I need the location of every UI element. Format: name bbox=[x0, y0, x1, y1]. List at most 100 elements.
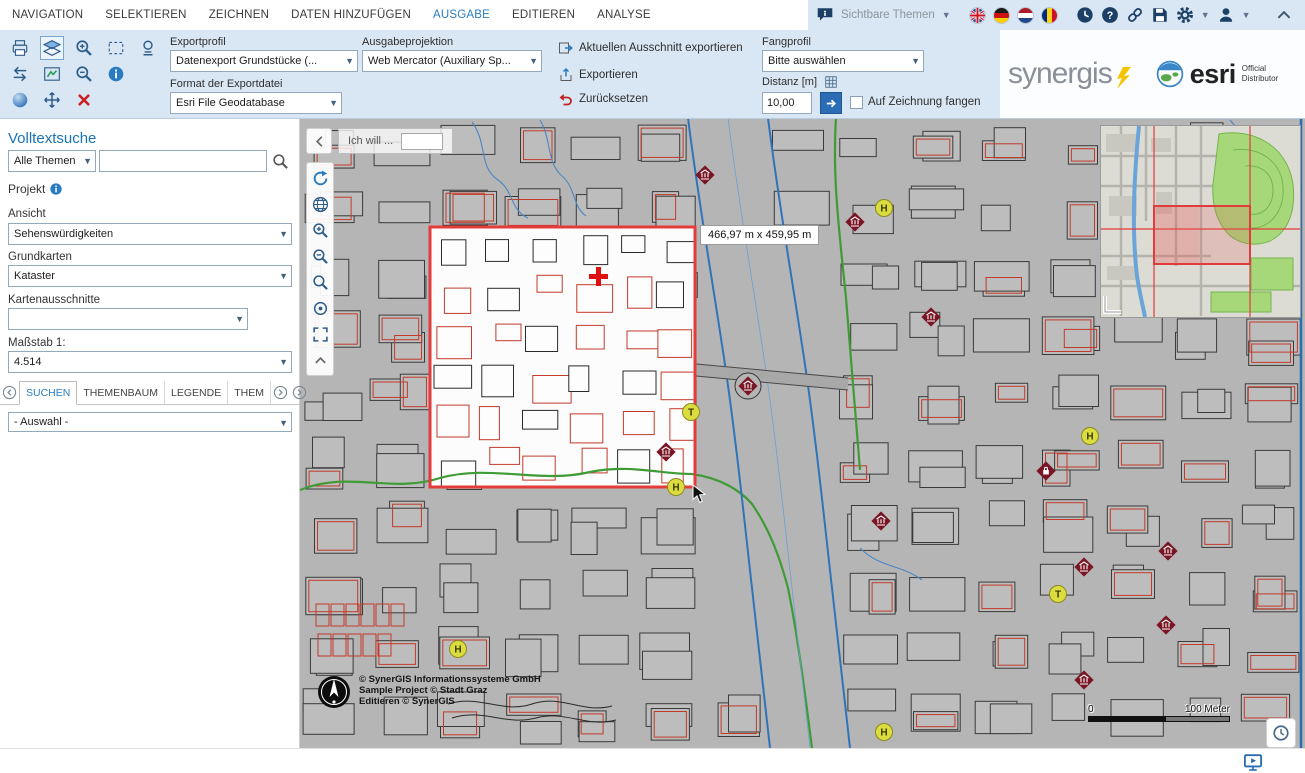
svg-text:H: H bbox=[454, 645, 461, 656]
time-slider-button[interactable] bbox=[1266, 718, 1296, 748]
copyright-line-3: Editieren © SynerGIS bbox=[359, 696, 541, 707]
presentation-mode-icon[interactable] bbox=[1243, 752, 1263, 772]
copyright-block: © SynerGIS Informationssysteme GmbH Samp… bbox=[316, 674, 541, 710]
time-themes-icon[interactable] bbox=[1076, 6, 1094, 24]
flag-uk-icon[interactable] bbox=[969, 7, 986, 24]
center-map-button[interactable] bbox=[308, 296, 332, 320]
snap-profile-dropdown[interactable]: Bitte auswählen▼ bbox=[762, 50, 924, 72]
export-action[interactable]: Exportieren bbox=[558, 67, 638, 83]
snap-drawing-checkbox[interactable] bbox=[850, 96, 863, 109]
export-extent-icon bbox=[558, 40, 574, 56]
menu-item-ausgabe[interactable]: AUSGABE bbox=[433, 9, 490, 21]
svg-text:T: T bbox=[688, 408, 694, 419]
print-button[interactable] bbox=[8, 36, 32, 60]
export-format-label: Format der Exportdatei bbox=[170, 78, 283, 90]
settings-gear-icon[interactable] bbox=[1176, 6, 1194, 24]
status-strip bbox=[0, 748, 1305, 773]
stamp-button[interactable] bbox=[136, 36, 160, 60]
zoom-in-button[interactable] bbox=[308, 218, 332, 242]
swap-tool-button[interactable] bbox=[8, 62, 32, 86]
zoom-out-tool-button[interactable] bbox=[72, 62, 96, 86]
tab-themenbaum[interactable]: THEMENBAUM bbox=[77, 381, 165, 404]
save-icon[interactable] bbox=[1151, 6, 1169, 24]
tab-suchen[interactable]: SUCHEN bbox=[19, 381, 77, 405]
map-export-tool-button[interactable] bbox=[40, 36, 64, 60]
view-dropdown[interactable]: Sehenswürdigkeiten▼ bbox=[8, 223, 292, 245]
tabs-scroll-right-icon[interactable] bbox=[271, 381, 290, 404]
map-toolbar bbox=[306, 162, 334, 376]
basemap-dropdown[interactable]: Kataster▼ bbox=[8, 265, 292, 287]
pan-tool-button[interactable] bbox=[40, 88, 64, 112]
refresh-map-button[interactable] bbox=[308, 166, 332, 190]
export-profile-label: Exportprofil bbox=[170, 36, 226, 48]
user-icon[interactable] bbox=[1217, 6, 1235, 24]
distance-grid-icon[interactable] bbox=[824, 75, 838, 89]
project-row: Projekt bbox=[8, 182, 63, 196]
menu-item-editieren[interactable]: EDITIEREN bbox=[512, 9, 575, 21]
tabs-scroll-left-icon[interactable] bbox=[0, 381, 19, 404]
apply-distance-button[interactable] bbox=[820, 92, 842, 114]
svg-text:H: H bbox=[880, 204, 887, 215]
tabs-more-icon[interactable] bbox=[290, 381, 309, 404]
help-icon[interactable] bbox=[1101, 6, 1119, 24]
info-tool-button[interactable] bbox=[104, 62, 128, 86]
tab-them[interactable]: THEM bbox=[228, 381, 271, 404]
fulltext-search-input[interactable] bbox=[99, 150, 267, 172]
weboffice-app: NAVIGATION SELEKTIEREN ZEICHNEN DATEN HI… bbox=[0, 0, 1305, 773]
project-info-icon[interactable] bbox=[49, 182, 63, 196]
scale-dropdown[interactable]: 4.514▼ bbox=[8, 351, 292, 373]
svg-text:H: H bbox=[880, 728, 887, 739]
sidebar-collapse-button[interactable] bbox=[306, 128, 332, 154]
theme-filter-dropdown[interactable]: Alle Themen▼ bbox=[8, 150, 96, 172]
menu-item-zeichnen[interactable]: ZEICHNEN bbox=[209, 9, 269, 21]
sidebar-tabs: SUCHEN THEMENBAUM LEGENDE THEM bbox=[0, 381, 300, 405]
flag-nl-icon[interactable] bbox=[1017, 7, 1034, 24]
export-profile-dropdown[interactable]: Datenexport Grundstücke (...▼ bbox=[170, 50, 358, 72]
settings-caret-icon: ▼ bbox=[1201, 11, 1210, 20]
zoom-in-tool-button[interactable] bbox=[72, 36, 96, 60]
fullscreen-button[interactable] bbox=[308, 322, 332, 346]
menu-item-selektieren[interactable]: SELEKTIEREN bbox=[105, 9, 186, 21]
zoom-box-button[interactable] bbox=[308, 270, 332, 294]
projection-label: Ausgabeprojektion bbox=[362, 36, 453, 48]
i-will-input[interactable] bbox=[401, 133, 443, 150]
map-extents-dropdown[interactable]: ▼ bbox=[8, 308, 248, 330]
menu-item-daten-hinzufuegen[interactable]: DATEN HINZUFÜGEN bbox=[291, 9, 411, 21]
menu-item-analyse[interactable]: ANALYSE bbox=[597, 9, 651, 21]
delete-tool-button[interactable] bbox=[72, 88, 96, 112]
projection-dropdown[interactable]: Web Mercator (Auxiliary Sp...▼ bbox=[362, 50, 542, 72]
map-viewport[interactable]: H H T H H H T Ich will ... 466,97 bbox=[300, 118, 1305, 748]
visible-themes-label[interactable]: Sichtbare Themen bbox=[841, 9, 935, 21]
share-link-icon[interactable] bbox=[1126, 6, 1144, 24]
export-format-dropdown[interactable]: Esri File Geodatabase▼ bbox=[170, 92, 342, 114]
snap-profile-label: Fangprofil bbox=[762, 36, 811, 48]
flag-ro-icon[interactable] bbox=[1041, 7, 1058, 24]
esri-globe-icon bbox=[1156, 60, 1184, 88]
search-selection-dropdown[interactable]: - Auswahl -▼ bbox=[8, 412, 292, 432]
svg-text:H: H bbox=[1086, 432, 1093, 443]
search-button[interactable] bbox=[272, 153, 289, 170]
reset-action[interactable]: Zurücksetzen bbox=[558, 91, 648, 107]
fulltext-search-title[interactable]: Volltextsuche bbox=[8, 130, 96, 147]
overview-map[interactable] bbox=[1100, 125, 1301, 318]
menu-item-navigation[interactable]: NAVIGATION bbox=[12, 9, 83, 21]
distance-input[interactable] bbox=[762, 92, 812, 114]
export-icon bbox=[558, 67, 574, 83]
toolbar-collapse-icon[interactable] bbox=[308, 348, 332, 372]
select-extent-button[interactable] bbox=[104, 36, 128, 60]
snap-drawing-label: Auf Zeichnung fangen bbox=[868, 96, 981, 108]
mouse-cursor bbox=[692, 484, 708, 504]
collapse-ribbon-icon[interactable] bbox=[1275, 6, 1293, 24]
globe-3d-button[interactable] bbox=[8, 88, 32, 112]
map-extents-label: Kartenausschnitte bbox=[8, 294, 100, 306]
export-extent-action[interactable]: Aktuellen Ausschnitt exportieren bbox=[558, 40, 743, 56]
overview-extent-rectangle[interactable] bbox=[1154, 206, 1250, 264]
visible-themes-icon[interactable] bbox=[816, 6, 834, 24]
report-tool-button[interactable] bbox=[40, 62, 64, 86]
flag-de-icon[interactable] bbox=[993, 7, 1010, 24]
full-extent-button[interactable] bbox=[308, 192, 332, 216]
esri-logo: esri OfficialDistributor bbox=[1156, 60, 1279, 88]
zoom-out-button[interactable] bbox=[308, 244, 332, 268]
tab-legende[interactable]: LEGENDE bbox=[165, 381, 228, 404]
i-will-search-box[interactable]: Ich will ... bbox=[338, 128, 453, 154]
